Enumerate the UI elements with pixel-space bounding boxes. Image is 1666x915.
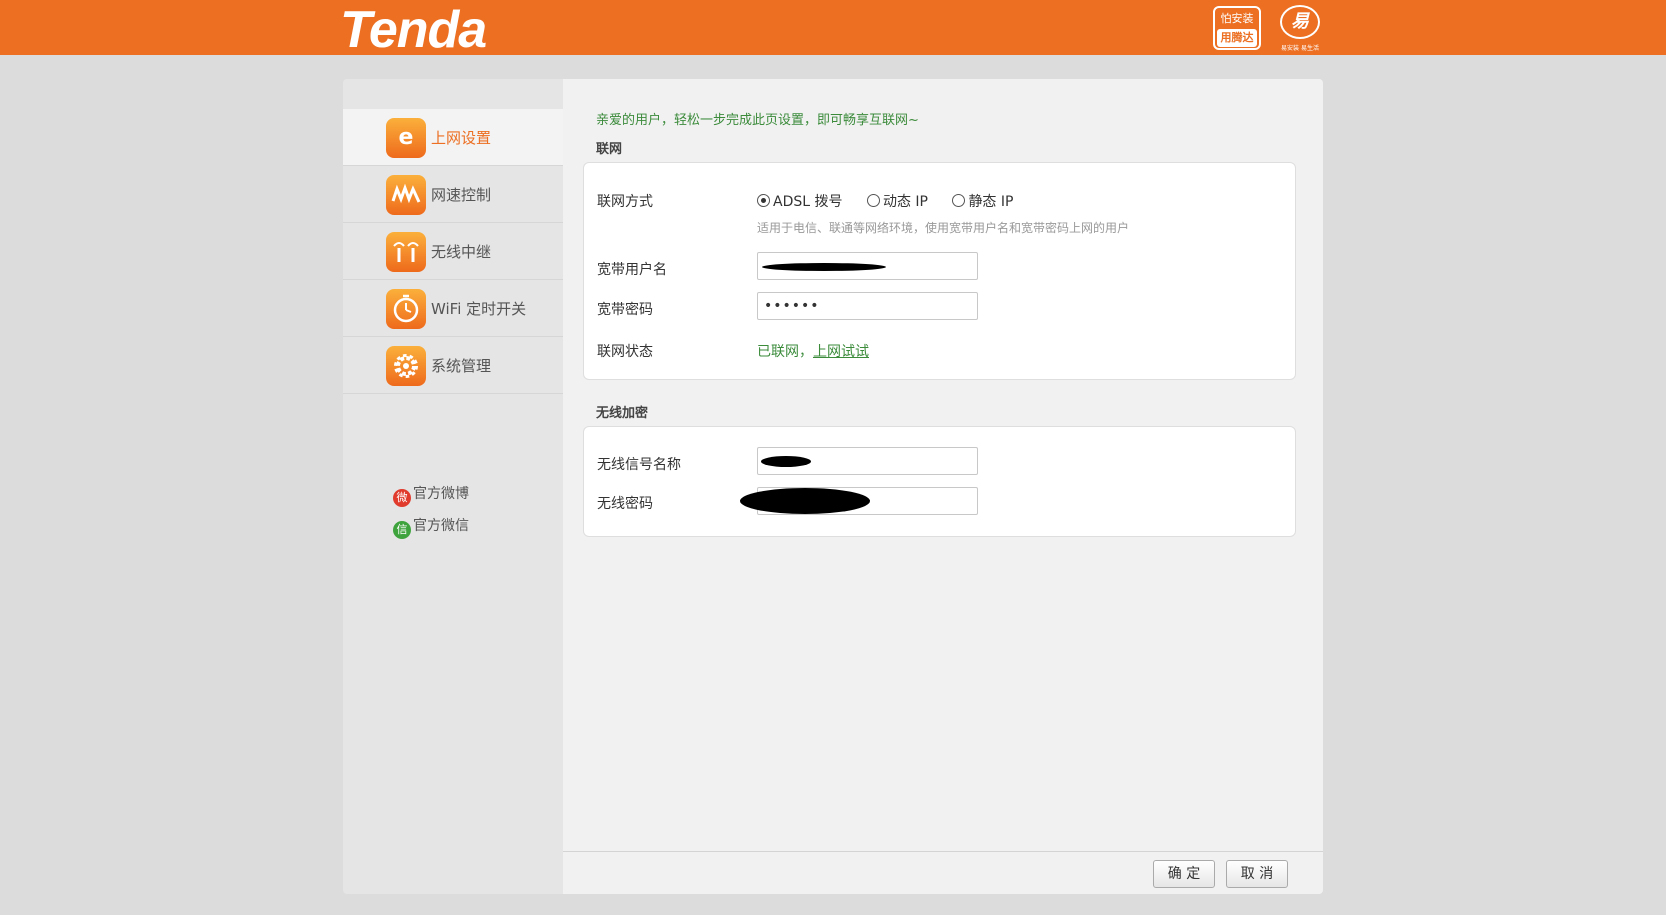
wireless-relay-icon: [386, 232, 426, 272]
sidebar-item-speed-control[interactable]: 网速控制: [343, 166, 563, 223]
sidebar-item-wireless-relay[interactable]: 无线中继: [343, 223, 563, 280]
radio-dynamic-ip[interactable]: 动态 IP: [866, 191, 928, 211]
radio-adsl[interactable]: ADSL 拨号: [757, 191, 843, 211]
official-wechat-link[interactable]: 信官方微信: [393, 515, 469, 539]
gear-icon: [386, 346, 426, 386]
wifi-timer-icon: [386, 289, 426, 329]
connection-mode-hint: 适用于电信、联通等网络环境，使用宽带用户名和宽带密码上网的用户: [757, 221, 1130, 235]
sidebar-item-wifi-timer[interactable]: WiFi 定时开关: [343, 280, 563, 337]
top-header: Tenda 怕安装 用腾达 易 易安装 易生活: [0, 0, 1666, 59]
action-footer: 确 定 取 消: [563, 851, 1323, 894]
internet-settings-box: 联网方式 ADSL 拨号 动态 IP 静态 IP 适用于电信、联通等网络环境，使…: [583, 162, 1296, 380]
official-weibo-link[interactable]: 微官方微博: [393, 483, 469, 507]
ssid-label: 无线信号名称: [597, 457, 681, 473]
wifi-password-input[interactable]: [740, 487, 978, 515]
sidebar: e 上网设置 网速控制 无线中继 WiFi 定时开关 系统管理 微官方微博 信官…: [343, 79, 563, 894]
main-panel: 亲爱的用户，轻松一步完成此页设置，即可畅享互联网~ 联网 联网方式 ADSL 拨…: [563, 79, 1323, 894]
sidebar-item-system-management[interactable]: 系统管理: [343, 337, 563, 394]
internet-section-title: 联网: [596, 142, 623, 157]
broadband-username-label: 宽带用户名: [597, 262, 667, 278]
wifi-password-label: 无线密码: [597, 496, 653, 512]
redaction-scribble: [740, 488, 870, 514]
broadband-password-input[interactable]: ••••••: [757, 292, 978, 320]
connection-mode-group: ADSL 拨号 动态 IP 静态 IP: [757, 191, 1033, 211]
try-internet-link[interactable]: 上网试试: [813, 344, 869, 360]
connection-mode-label: 联网方式: [597, 194, 653, 210]
easy-life-logo: 易 易安装 易生活: [1276, 3, 1324, 52]
wireless-settings-box: 无线信号名称 无线密码: [583, 426, 1296, 537]
broadband-username-input[interactable]: [757, 252, 978, 280]
sidebar-item-internet-settings[interactable]: e 上网设置: [343, 109, 563, 166]
wechat-icon: 信: [393, 521, 411, 539]
ie-e-icon: e: [386, 118, 426, 158]
wireless-section-title: 无线加密: [596, 406, 649, 421]
cancel-button[interactable]: 取 消: [1226, 860, 1288, 888]
welcome-message: 亲爱的用户，轻松一步完成此页设置，即可畅享互联网~: [596, 113, 919, 128]
redaction-scribble: [761, 456, 811, 467]
ssid-input[interactable]: [757, 447, 978, 475]
ok-button[interactable]: 确 定: [1153, 860, 1215, 888]
connection-status-label: 联网状态: [597, 344, 653, 360]
broadband-password-label: 宽带密码: [597, 302, 653, 318]
connection-status: 已联网，上网试试: [757, 344, 869, 360]
speed-wave-icon: [386, 175, 426, 215]
tenda-logo: Tenda: [340, 1, 487, 59]
radio-static-ip[interactable]: 静态 IP: [952, 191, 1013, 211]
redaction-scribble: [762, 263, 886, 271]
weibo-icon: 微: [393, 489, 411, 507]
easy-install-badge: 怕安装 用腾达: [1213, 6, 1261, 50]
